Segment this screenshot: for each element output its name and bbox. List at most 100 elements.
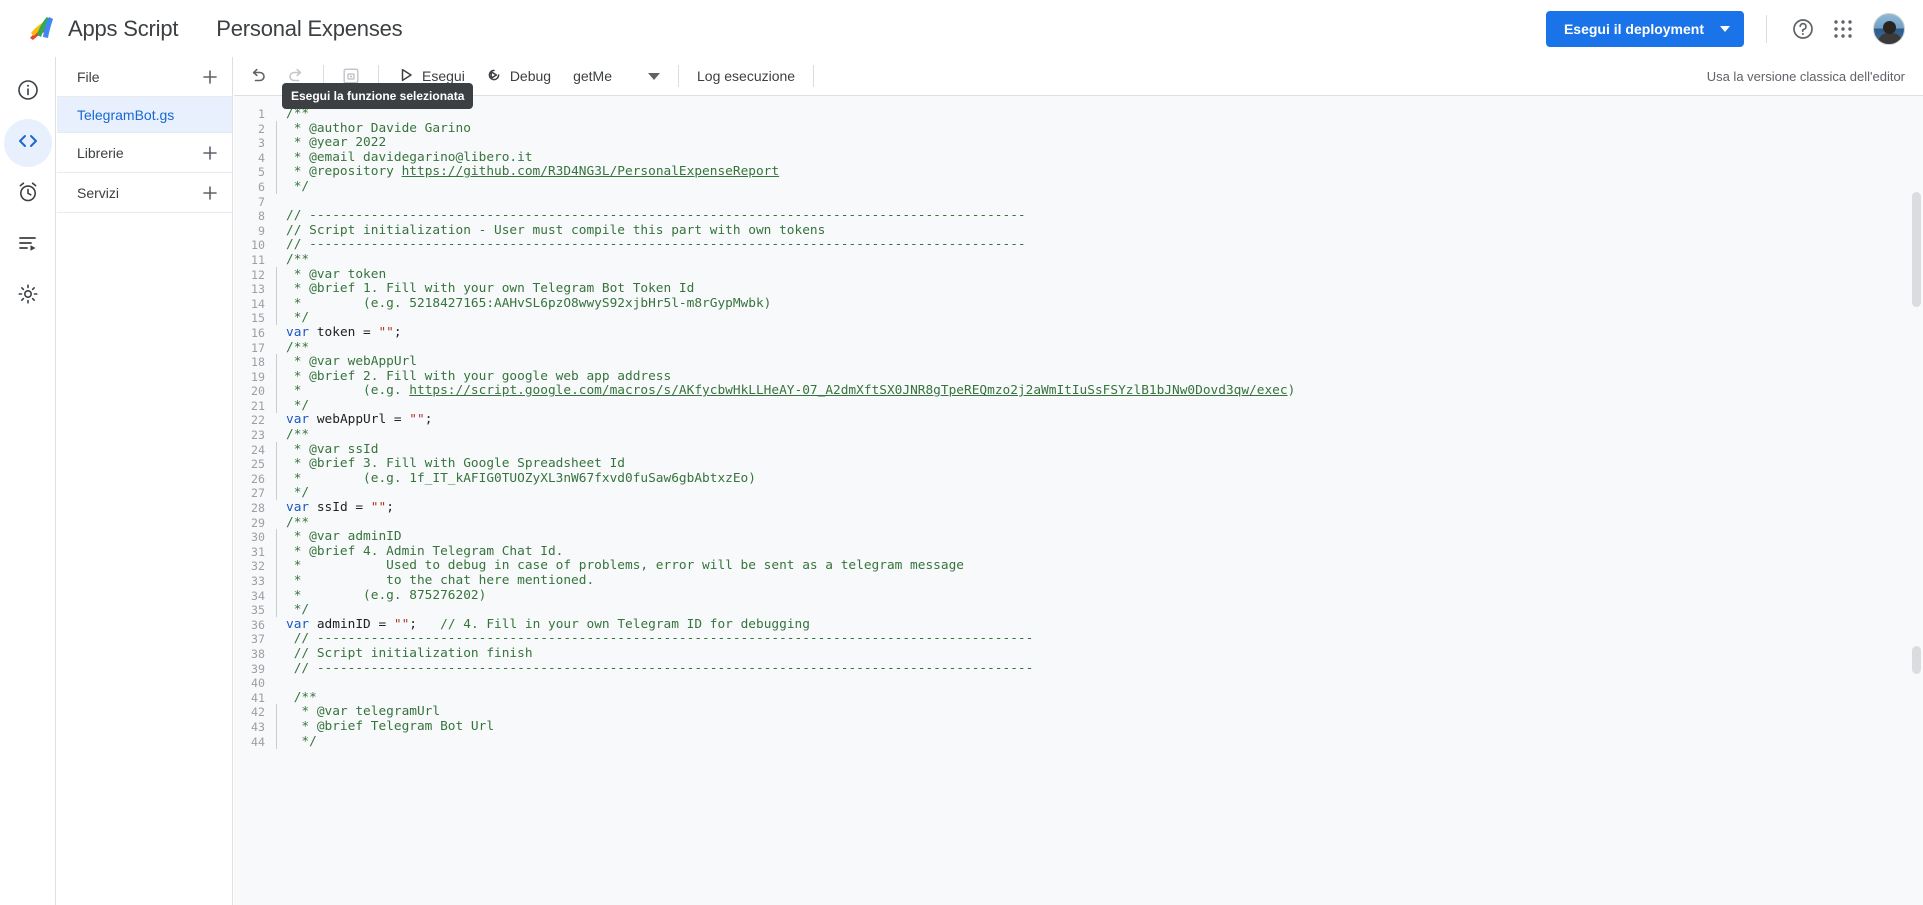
code-text[interactable]: // Script initialization finish <box>286 646 533 662</box>
code-editor[interactable]: 1/** 2 * @author Davide Garino 3 * @year 2… <box>234 96 1923 905</box>
toolbar-divider-4 <box>813 65 815 87</box>
line-number: 14 <box>251 296 265 311</box>
activity-rail <box>0 57 56 905</box>
code-text[interactable]: */ <box>286 734 316 750</box>
code-text[interactable]: */ <box>286 311 309 326</box>
code-fold-guide <box>265 691 286 706</box>
files-label: File <box>77 68 100 85</box>
code-token: adminID = <box>309 616 394 632</box>
code-token: token = <box>309 324 379 340</box>
code-text[interactable]: * @var token <box>286 267 386 283</box>
line-number: 31 <box>251 544 265 559</box>
code-text[interactable]: * to the chat here mentioned. <box>286 573 594 589</box>
code-text[interactable]: /** <box>286 106 309 122</box>
code-line: 28 var ssId = ""; <box>234 500 1905 516</box>
code-text[interactable]: // -------------------------------------… <box>286 238 1026 253</box>
code-content[interactable]: 1/** 2 * @author Davide Garino 3 * @year 2… <box>234 96 1905 905</box>
code-text[interactable]: * (e.g. https://script.google.com/macros… <box>286 383 1296 399</box>
line-number: 9 <box>258 223 265 238</box>
apps-script-logo-icon[interactable] <box>22 12 60 46</box>
code-text[interactable]: * @brief 3. Fill with Google Spreadsheet… <box>286 456 625 472</box>
code-fold-guide <box>265 238 286 253</box>
code-line: 1 /** <box>234 106 1905 122</box>
code-link[interactable]: https://github.com/R3D4NG3L/PersonalExpe… <box>402 164 780 180</box>
code-text[interactable]: * @var telegramUrl <box>286 705 440 720</box>
code-token: "" <box>393 616 410 632</box>
page-title[interactable]: Personal Expenses <box>216 16 402 42</box>
sidebar-item-settings[interactable] <box>4 272 52 320</box>
code-text[interactable]: var token = ""; <box>286 324 402 341</box>
code-text[interactable]: */ <box>286 486 309 501</box>
code-line: 24 * @var ssId <box>234 441 1905 458</box>
code-text[interactable]: * @year 2022 <box>286 135 386 151</box>
code-fold-guide <box>265 135 286 151</box>
code-text[interactable]: // -------------------------------------… <box>286 208 1026 224</box>
code-token: */ <box>286 485 310 501</box>
code-text[interactable]: * @brief Telegram Bot Url <box>286 719 494 735</box>
code-fold-guide <box>265 587 286 604</box>
line-number: 21 <box>251 398 265 413</box>
code-text[interactable]: * (e.g. 875276202) <box>286 587 487 604</box>
chevron-down-icon[interactable] <box>648 72 660 80</box>
sidebar-item-editor[interactable] <box>3 119 52 167</box>
code-text[interactable]: var adminID = ""; // 4. Fill in your own… <box>286 616 810 633</box>
code-text[interactable]: // Script initialization - User must com… <box>286 223 825 239</box>
deploy-button[interactable]: Esegui il deployment <box>1545 10 1744 47</box>
code-text[interactable]: * @brief 2. Fill with your google web ap… <box>286 369 672 385</box>
code-line: 42 * @var telegramUrl <box>234 704 1905 720</box>
code-text[interactable]: * @email davidegarino@libero.it <box>286 150 533 166</box>
code-token: * (e.g. 875276202) <box>286 587 487 603</box>
add-file-button[interactable] <box>196 63 224 91</box>
code-text[interactable]: * @var ssId <box>286 442 379 458</box>
function-selector[interactable]: getMe <box>561 60 666 92</box>
file-item-telegrambot[interactable]: TelegramBot.gs <box>57 97 232 133</box>
code-token: * Used to debug in case of problems, err… <box>286 558 964 574</box>
code-text[interactable]: * Used to debug in case of problems, err… <box>286 559 964 574</box>
code-text[interactable]: var ssId = ""; <box>286 500 394 516</box>
code-text[interactable]: * (e.g. 1f_IT_kAFIG0TUOZyXL3nW67fxvd0fuS… <box>286 471 756 487</box>
add-library-button[interactable] <box>196 139 224 167</box>
code-text[interactable]: /** <box>286 340 309 356</box>
code-text[interactable]: /** <box>286 690 317 706</box>
debug-button[interactable]: Debug <box>475 60 561 92</box>
code-text[interactable]: /** <box>286 515 309 531</box>
code-token: /** <box>286 251 310 267</box>
avatar[interactable] <box>1873 12 1905 45</box>
code-link[interactable]: https://script.google.com/macros/s/AKfyc… <box>409 383 1287 398</box>
chevron-down-icon[interactable] <box>1720 25 1730 32</box>
execution-log-button[interactable]: Log esecuzione <box>687 60 805 92</box>
code-line: 19 * @brief 2. Fill with your google web… <box>234 368 1905 385</box>
scrollbar-thumb-secondary[interactable] <box>1912 646 1921 674</box>
code-text[interactable]: * (e.g. 5218427165:AAHvSL6pzO8wwyS92xjbH… <box>286 296 772 312</box>
code-text[interactable]: /** <box>286 427 309 443</box>
code-text[interactable]: /** <box>286 251 310 268</box>
execution-log-label: Log esecuzione <box>697 68 796 84</box>
code-text[interactable]: */ <box>286 179 309 195</box>
code-text[interactable]: var webAppUrl = ""; <box>286 413 432 428</box>
code-text[interactable]: */ <box>286 602 309 618</box>
undo-button[interactable] <box>242 60 274 92</box>
code-text[interactable]: * @author Davide Garino <box>286 121 471 137</box>
scrollbar-thumb[interactable] <box>1912 192 1921 307</box>
google-apps-grid-icon[interactable] <box>1823 9 1863 49</box>
editor-vertical-scrollbar[interactable] <box>1909 96 1923 905</box>
sidebar-item-executions[interactable] <box>4 221 52 269</box>
sidebar-item-overview[interactable] <box>4 68 52 116</box>
help-circle-icon[interactable] <box>1783 9 1823 49</box>
code-text[interactable]: // -------------------------------------… <box>286 661 1034 677</box>
code-text[interactable]: * @var adminID <box>286 529 402 545</box>
add-service-button[interactable] <box>196 179 224 207</box>
code-line: 30 * @var adminID <box>234 529 1905 545</box>
header-actions: Esegui il deployment <box>1545 0 1923 57</box>
code-fold-guide <box>265 354 286 370</box>
code-text[interactable]: // -------------------------------------… <box>286 632 1034 647</box>
code-fold-guide <box>265 558 286 574</box>
code-text[interactable]: * @brief 1. Fill with your own Telegram … <box>286 281 695 297</box>
info-circle-icon <box>16 78 40 107</box>
code-text[interactable]: */ <box>286 398 309 414</box>
code-text[interactable]: * @var webAppUrl <box>286 354 417 370</box>
code-text[interactable]: * @brief 4. Admin Telegram Chat Id. <box>286 544 564 560</box>
classic-editor-link[interactable]: Usa la versione classica dell'editor <box>1707 69 1923 84</box>
sidebar-item-triggers[interactable] <box>4 170 52 218</box>
code-text[interactable]: * @repository https://github.com/R3D4NG3… <box>286 165 779 180</box>
